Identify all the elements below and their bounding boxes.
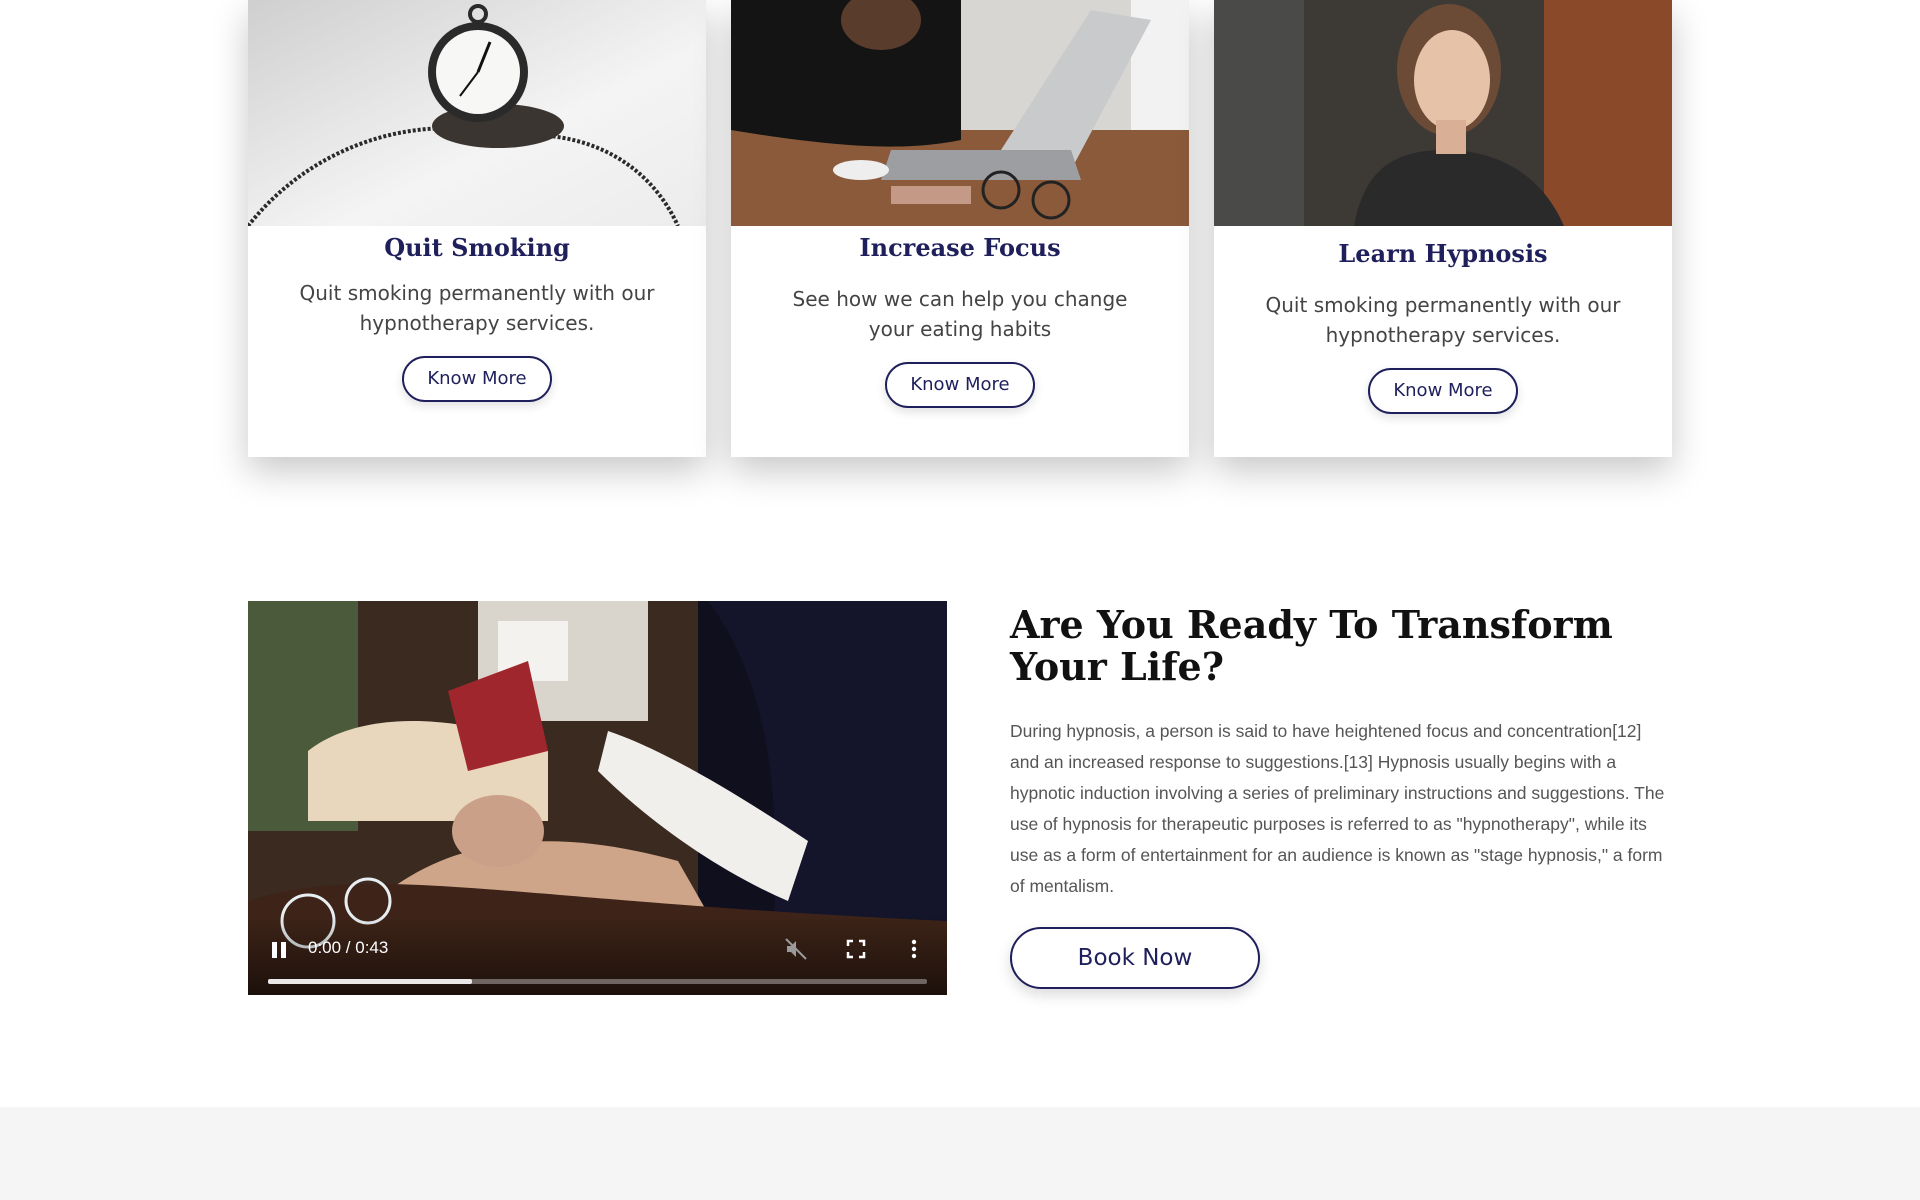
card-description: Quit smoking permanently with our hypnot… — [299, 281, 655, 335]
book-now-button[interactable]: Book Now — [1010, 927, 1260, 989]
muted-speaker-icon[interactable] — [784, 937, 808, 961]
video-controls: 0:00 / 0:43 — [248, 915, 947, 995]
service-card-quit-smoking: Quit Smoking Quit smoking permanently wi… — [248, 0, 706, 457]
service-card-increase-focus: Increase Focus See how we can help you c… — [731, 0, 1189, 457]
pocket-watch-photo — [248, 0, 706, 226]
video-time: 0:00 / 0:43 — [308, 938, 389, 957]
know-more-button[interactable]: Know More — [402, 356, 552, 402]
pause-icon[interactable] — [268, 939, 290, 961]
know-more-button[interactable]: Know More — [1368, 368, 1518, 414]
section-heading: Are You Ready To Transform Your Life? — [1010, 602, 1613, 689]
section-paragraph: During hypnosis, a person is said to hav… — [1010, 721, 1665, 896]
card-description: See how we can help you change your eati… — [792, 287, 1128, 341]
card-title: Learn Hypnosis — [1338, 239, 1548, 268]
fullscreen-icon[interactable] — [844, 937, 868, 961]
calm-woman-photo — [1214, 0, 1672, 226]
card-title: Quit Smoking — [384, 233, 570, 262]
card-title: Increase Focus — [859, 233, 1061, 262]
video-progress-fill — [268, 979, 473, 984]
stressed-woman-laptop-photo — [731, 0, 1189, 226]
video-progress-bar[interactable] — [268, 979, 927, 984]
footer-section-background — [0, 1107, 1920, 1200]
video-player[interactable]: 0:00 / 0:43 — [248, 601, 947, 995]
card-description: Quit smoking permanently with our hypnot… — [1265, 293, 1621, 347]
service-card-learn-hypnosis: Learn Hypnosis Quit smoking permanently … — [1214, 0, 1672, 457]
know-more-button[interactable]: Know More — [885, 362, 1035, 408]
more-options-icon[interactable] — [902, 937, 926, 961]
